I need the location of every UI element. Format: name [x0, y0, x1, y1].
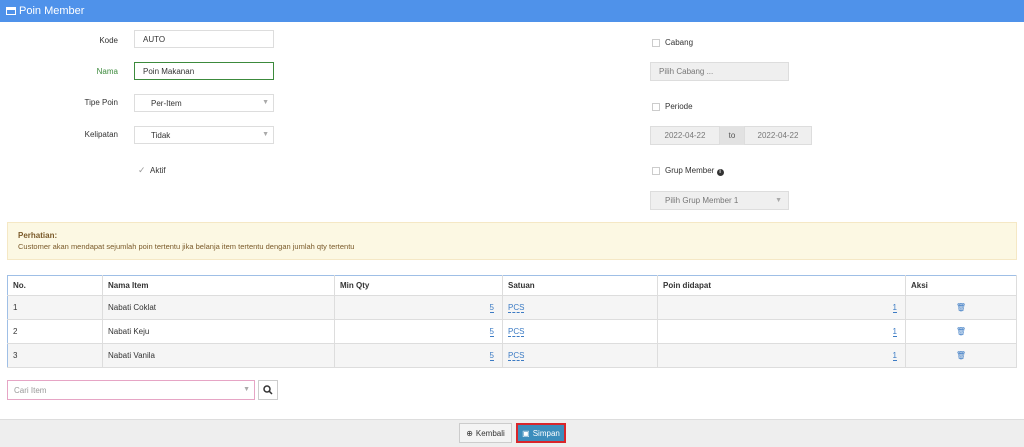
footer-bar — [0, 419, 1024, 447]
alert-title: Perhatian: — [18, 231, 58, 240]
aktif-check-icon[interactable]: ✓ — [138, 165, 146, 176]
grup-member-select[interactable]: Pilih Grup Member 1 ▼ — [650, 191, 789, 210]
cell-satuan[interactable]: PCS — [502, 319, 658, 344]
kelipatan-value: Tidak — [151, 130, 171, 140]
cell-aksi: 🗑 — [905, 295, 1017, 320]
chevron-down-icon: ▼ — [262, 131, 269, 138]
kelipatan-select[interactable]: Tidak ▼ — [134, 126, 274, 144]
cell-satuan[interactable]: PCS — [502, 295, 658, 320]
periode-from-field[interactable]: 2022-04-22 — [650, 126, 720, 145]
chevron-down-icon: ▼ — [243, 386, 250, 393]
poin-value[interactable]: 1 — [892, 303, 897, 313]
poin-value[interactable]: 1 — [892, 327, 897, 337]
save-icon: ▣ — [522, 428, 530, 438]
simpan-label: Simpan — [532, 428, 560, 438]
kembali-label: Kembali — [475, 428, 505, 438]
trash-icon[interactable]: 🗑 — [956, 351, 966, 360]
col-no: No. — [7, 275, 103, 296]
satuan-value[interactable]: PCS — [508, 327, 525, 337]
periode-checkbox[interactable] — [652, 103, 660, 111]
cabang-checkbox[interactable] — [652, 39, 660, 47]
trash-icon[interactable]: 🗑 — [956, 327, 966, 336]
periode-to-field[interactable]: 2022-04-22 — [744, 126, 812, 145]
col-nama-item: Nama Item — [102, 275, 335, 296]
grup-member-label: Grup Member i — [665, 166, 724, 176]
cell-no: 3 — [7, 343, 103, 368]
cell-satuan[interactable]: PCS — [502, 343, 658, 368]
poin-value[interactable]: 1 — [892, 351, 897, 361]
cabang-select[interactable]: Pilih Cabang ... — [650, 62, 789, 81]
col-satuan: Satuan — [502, 275, 658, 296]
window-titlebar: Poin Member — [0, 0, 1024, 22]
alert-message: Customer akan mendapat sejumlah poin ter… — [18, 242, 355, 251]
kelipatan-label: Kelipatan — [84, 130, 118, 139]
table-row: 3 Nabati Vanila 5 PCS 1 🗑 — [7, 343, 1017, 368]
grup-member-checkbox[interactable] — [652, 167, 660, 175]
cell-min-qty[interactable]: 5 — [334, 295, 503, 320]
cell-poin[interactable]: 1 — [657, 343, 906, 368]
trash-icon[interactable]: 🗑 — [956, 303, 966, 312]
cell-poin[interactable]: 1 — [657, 295, 906, 320]
nama-label: Nama — [96, 67, 118, 76]
cell-min-qty[interactable]: 5 — [334, 343, 503, 368]
col-poin-didapat: Poin didapat — [657, 275, 906, 296]
notice-alert: Perhatian: Customer akan mendapat sejuml… — [7, 222, 1017, 260]
aktif-label: Aktif — [150, 166, 166, 175]
search-button[interactable] — [258, 380, 278, 400]
satuan-value[interactable]: PCS — [508, 303, 525, 313]
cell-aksi: 🗑 — [905, 319, 1017, 344]
cell-no: 2 — [7, 319, 103, 344]
table-row: 2 Nabati Keju 5 PCS 1 🗑 — [7, 319, 1017, 344]
chevron-down-icon: ▼ — [262, 99, 269, 106]
items-table: No. Nama Item Min Qty Satuan Poin didapa… — [7, 275, 1017, 368]
search-item-input[interactable]: Cari Item ▼ — [7, 380, 255, 400]
table-row: 1 Nabati Coklat 5 PCS 1 🗑 — [7, 295, 1017, 320]
cell-item: Nabati Vanila — [102, 343, 335, 368]
tipe-poin-value: Per-Item — [151, 98, 182, 108]
search-placeholder: Cari Item — [14, 385, 47, 395]
kode-field[interactable]: AUTO — [134, 30, 274, 48]
grup-member-label-text: Grup Member — [665, 166, 715, 175]
chevron-down-icon: ▼ — [775, 197, 782, 204]
periode-label: Periode — [665, 102, 693, 111]
nama-field[interactable]: Poin Makanan — [134, 62, 274, 80]
cell-no: 1 — [7, 295, 103, 320]
col-aksi: Aksi — [905, 275, 1017, 296]
cell-min-qty[interactable]: 5 — [334, 319, 503, 344]
cell-item: Nabati Coklat — [102, 295, 335, 320]
window-title: Poin Member — [19, 5, 85, 17]
back-icon: ⊕ — [466, 428, 473, 438]
grup-member-value: Pilih Grup Member 1 — [665, 196, 739, 205]
min-qty-value[interactable]: 5 — [489, 327, 494, 337]
simpan-button[interactable]: ▣ Simpan — [516, 423, 566, 443]
table-header-row: No. Nama Item Min Qty Satuan Poin didapa… — [7, 275, 1017, 296]
info-icon: i — [716, 169, 724, 176]
cabang-label: Cabang — [665, 38, 694, 47]
min-qty-value[interactable]: 5 — [489, 351, 494, 361]
periode-separator: to — [720, 126, 744, 145]
search-icon — [263, 385, 273, 395]
cell-poin[interactable]: 1 — [657, 319, 906, 344]
cell-item: Nabati Keju — [102, 319, 335, 344]
min-qty-value[interactable]: 5 — [489, 303, 494, 313]
tipe-poin-select[interactable]: Per-Item ▼ — [134, 94, 274, 112]
cell-aksi: 🗑 — [905, 343, 1017, 368]
col-min-qty: Min Qty — [334, 275, 503, 296]
tipe-poin-label: Tipe Poin — [84, 98, 119, 107]
kembali-button[interactable]: ⊕ Kembali — [459, 423, 512, 443]
window-icon — [6, 7, 16, 15]
satuan-value[interactable]: PCS — [508, 351, 525, 361]
kode-label: Kode — [99, 36, 118, 45]
